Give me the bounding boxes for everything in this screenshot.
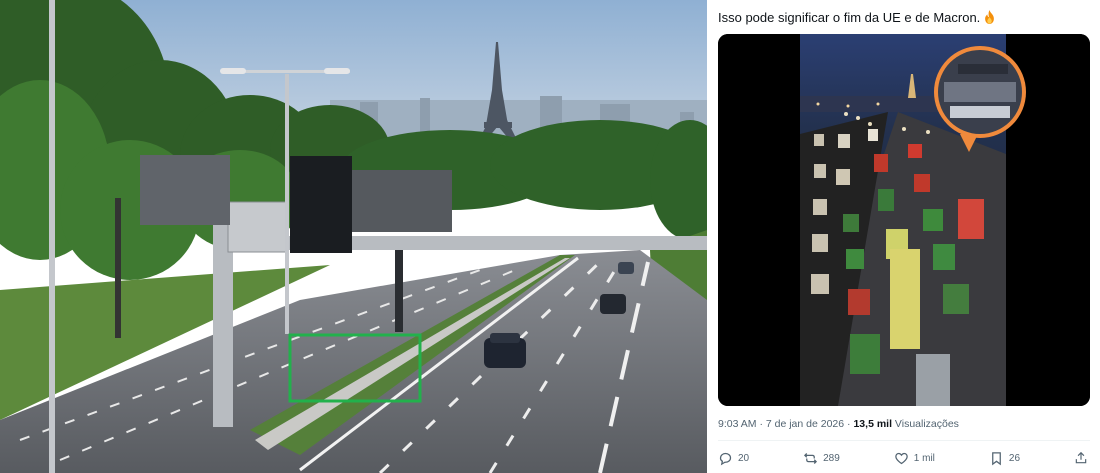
action-bar: 20 289 1 mil 26	[718, 449, 1088, 467]
tweet-meta: 9:03 AM · 7 de jan de 2026 · 13,5 mil Vi…	[718, 418, 959, 430]
tweet-date[interactable]: 7 de jan de 2026	[766, 418, 844, 430]
heart-icon	[895, 452, 908, 464]
like-count: 1 mil	[913, 452, 935, 464]
views-count: 13,5 mil	[853, 418, 892, 430]
bookmark-icon	[992, 451, 1001, 465]
repost-count: 289	[823, 452, 840, 464]
like-button[interactable]: 1 mil	[894, 451, 935, 466]
divider	[718, 440, 1090, 441]
tweet-panel: Isso pode significar o fim da UE e de Ma…	[707, 0, 1100, 473]
share-icon	[1075, 451, 1087, 464]
car	[484, 333, 526, 368]
views-label: Visualizações	[894, 418, 959, 430]
reply-button[interactable]: 20	[718, 451, 749, 466]
bookmark-button[interactable]: 26	[989, 451, 1020, 466]
repost-icon	[804, 452, 818, 464]
meta-separator: ·	[756, 418, 766, 430]
repost-button[interactable]: 289	[803, 451, 840, 466]
tweet-text-content: Isso pode significar o fim da UE e de Ma…	[718, 10, 981, 25]
tweet-text: Isso pode significar o fim da UE e de Ma…	[718, 10, 996, 25]
video-player[interactable]	[718, 34, 1090, 406]
reply-count: 20	[738, 452, 750, 464]
highway-photo	[0, 0, 707, 473]
fire-icon	[985, 10, 995, 24]
bookmark-count: 26	[1008, 452, 1021, 464]
reply-icon	[719, 452, 732, 465]
tweet-time: 9:03 AM	[718, 418, 757, 430]
share-button[interactable]	[1074, 451, 1088, 465]
